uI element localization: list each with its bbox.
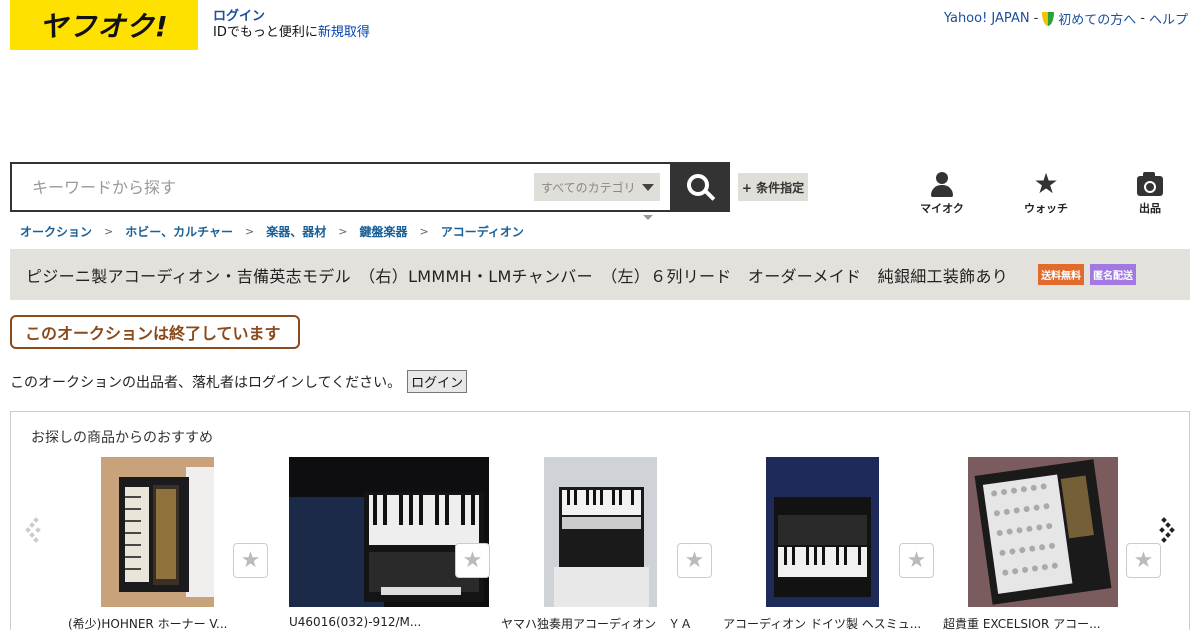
watch-button[interactable]: ★ (233, 543, 268, 578)
login-box: ログイン IDでもっと便利に新規取得 (213, 9, 370, 41)
breadcrumb-item[interactable]: オークション (20, 223, 92, 240)
watch-button[interactable]: ★ (677, 543, 712, 578)
watch-button[interactable]: ★ (1126, 543, 1161, 578)
breadcrumb-item[interactable]: 鍵盤楽器 (359, 223, 407, 240)
breadcrumb-item[interactable]: アコーディオン (441, 223, 524, 240)
search-input[interactable] (12, 164, 534, 210)
auction-ended-banner: このオークションは終了しています (10, 315, 300, 349)
recommend-item-title[interactable]: アコーディオン ドイツ製 ヘスミュ... (723, 615, 921, 630)
anonymous-shipping-badge: 匿名配送 (1090, 264, 1137, 285)
conditions-button[interactable]: + 条件指定 (738, 173, 808, 201)
star-icon: ★ (1133, 548, 1154, 573)
search-icon (687, 174, 709, 196)
watch-button[interactable]: ★ (455, 543, 490, 578)
free-shipping-badge: 送料無料 (1038, 264, 1085, 285)
carousel-next-icon[interactable] (1155, 516, 1175, 546)
breadcrumb-sep: > (104, 225, 114, 238)
recommend-item-title[interactable]: (希少)HOHNER ホーナー V... (68, 615, 228, 630)
page-title: ピジーニ製アコーディオン・吉備英志モデル （右）LMMMH・LMチャンバー （左… (26, 266, 1009, 286)
carousel-prev-icon[interactable] (25, 516, 45, 546)
recommend-item-title[interactable]: 超貴重 EXCELSIOR アコー... (943, 615, 1101, 630)
nav-sell[interactable]: 出品 (1098, 170, 1200, 216)
search-bar: すべてのカテゴリ (10, 162, 730, 212)
chevron-down-icon (641, 183, 654, 191)
breadcrumb-item[interactable]: 楽器、器材 (266, 223, 326, 240)
star-icon: ★ (1033, 167, 1059, 200)
recommend-item-title[interactable]: ヤマハ独奏用アコーディオン ＹＡ (501, 615, 692, 630)
triangle-down-icon (643, 215, 653, 220)
camera-icon (1137, 172, 1163, 196)
login-button[interactable]: ログイン (407, 370, 468, 393)
nav-myauction[interactable]: マイオク (890, 170, 994, 216)
recommendations-panel: お探しの商品からのおすすめ ★ (希少)HOHNER ホーナー V... ★ U… (10, 411, 1190, 630)
item-thumbnail[interactable] (101, 457, 214, 607)
login-note-text: このオークションの出品者、落札者はログインしてください。 (10, 374, 402, 391)
breadcrumb: オークション > ホビー、カルチャー > 楽器、器材 > 鍵盤楽器 > アコーデ… (20, 223, 524, 240)
item-thumbnail[interactable] (766, 457, 879, 607)
breadcrumb-item[interactable]: ホビー、カルチャー (125, 223, 233, 240)
separator: - (1140, 11, 1145, 26)
help-link[interactable]: ヘルプ (1149, 9, 1188, 28)
recommendation-list: ★ (希少)HOHNER ホーナー V... ★ U46016(032)-912… (51, 457, 1161, 630)
yahoo-japan-link[interactable]: Yahoo! JAPAN (944, 11, 1030, 26)
watch-button[interactable]: ★ (899, 543, 934, 578)
recommend-item-title[interactable]: U46016(032)-912/M... (289, 615, 421, 629)
nav-watch[interactable]: ★ ウォッチ (994, 170, 1098, 216)
recommendations-heading: お探しの商品からのおすすめ (31, 430, 213, 446)
item-thumbnail[interactable] (968, 457, 1118, 607)
item-title-bar: ピジーニ製アコーディオン・吉備英志モデル （右）LMMMH・LMチャンバー （左… (10, 249, 1190, 300)
breadcrumb-sep: > (245, 225, 255, 238)
nav-label: 出品 (1139, 202, 1161, 215)
logo-text: ヤフオク! (39, 10, 169, 43)
item-thumbnail[interactable] (544, 457, 657, 607)
category-select[interactable]: すべてのカテゴリ (534, 173, 660, 201)
top-links: Yahoo! JAPAN - 初めての方へ - ヘルプ (944, 9, 1188, 28)
first-time-link[interactable]: 初めての方へ (1058, 9, 1136, 28)
breadcrumb-sep: > (338, 225, 348, 238)
user-nav: マイオク ★ ウォッチ 出品 (890, 170, 1200, 216)
login-promo-text: IDでもっと便利に (213, 25, 318, 40)
yahuoku-logo[interactable]: ヤフオク! (10, 0, 198, 50)
nav-label: マイオク (920, 202, 964, 215)
person-icon (931, 172, 953, 198)
star-icon: ★ (906, 548, 927, 573)
search-button[interactable] (670, 162, 730, 212)
login-link[interactable]: ログイン (213, 9, 265, 24)
star-icon: ★ (462, 548, 483, 573)
star-icon: ★ (684, 548, 705, 573)
category-select-label: すべてのカテゴリ (541, 180, 636, 195)
breadcrumb-sep: > (419, 225, 429, 238)
nav-label: ウォッチ (1024, 202, 1068, 215)
item-thumbnail[interactable] (289, 457, 489, 607)
beginner-mark-icon (1042, 11, 1055, 26)
login-note: このオークションの出品者、落札者はログインしてください。 ログイン (10, 370, 468, 393)
star-icon: ★ (240, 548, 261, 573)
register-link[interactable]: 新規取得 (318, 25, 370, 40)
separator: - (1033, 11, 1039, 26)
